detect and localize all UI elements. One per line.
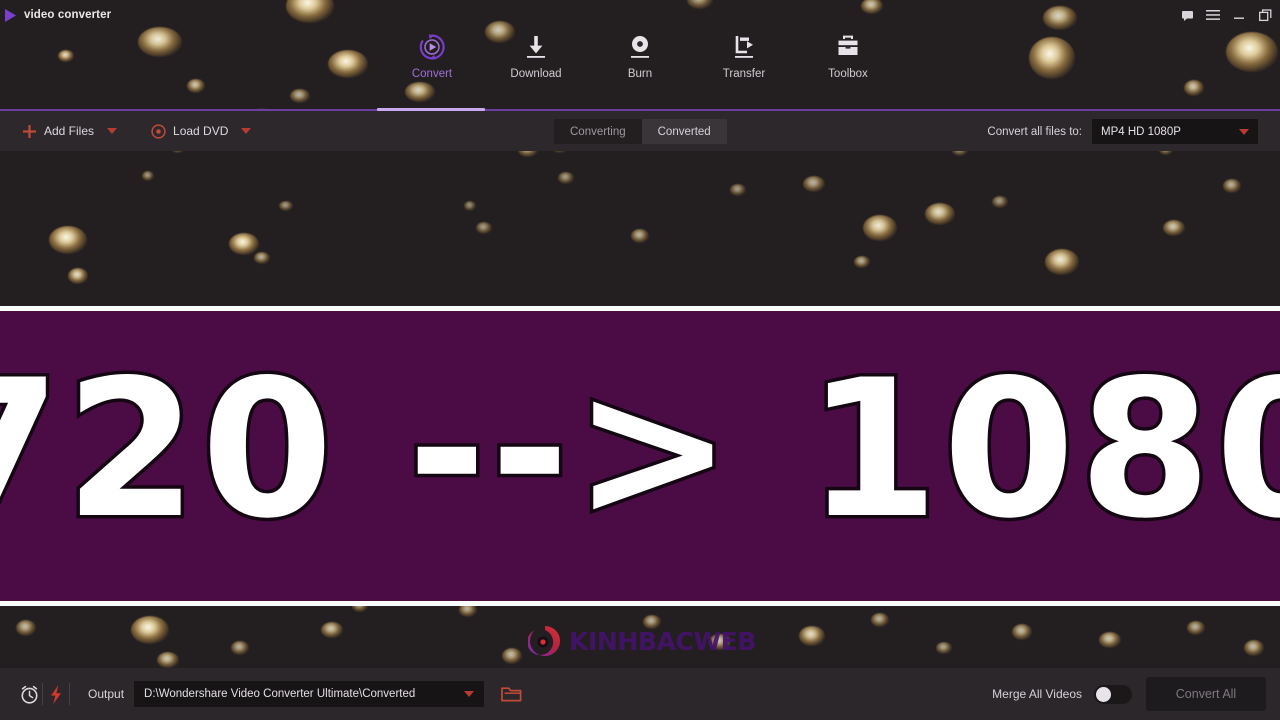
nav-divider [0,109,1280,111]
load-dvd-button[interactable]: Load DVD [151,111,252,151]
output-format-value: MP4 HD 1080P [1101,125,1181,138]
nav-item-toolbox[interactable]: Toolbox [796,24,900,110]
output-path-value: D:\Wondershare Video Converter Ultimate\… [144,688,416,700]
nav-label-toolbox: Toolbox [828,68,868,80]
nav-item-convert[interactable]: Convert [380,24,484,110]
main-nav: Convert Download Burn Transfer Toolbox [0,24,1280,110]
output-format-caret-down-icon[interactable] [1239,128,1249,135]
transfer-arrow-icon [729,30,759,64]
convert-all-files-to-label: Convert all files to: [987,125,1082,138]
lightning-bolt-icon[interactable] [43,681,69,707]
merge-all-videos-group: Merge All Videos [992,668,1132,720]
overlay-banner: 720 --> 1080 [0,306,1280,606]
nav-label-convert: Convert [411,68,453,80]
status-separator-2 [69,683,70,705]
nav-item-download[interactable]: Download [484,24,588,110]
tab-converting[interactable]: Converting [554,119,642,144]
output-path-caret-down-icon[interactable] [464,691,475,697]
convert-all-files-to-group: Convert all files to: MP4 HD 1080P [987,119,1258,144]
load-dvd-caret-down-icon[interactable] [241,128,252,134]
kinhbacweb-swirl-logo-icon [528,624,562,658]
minimize-icon[interactable] [1232,8,1246,22]
output-format-select[interactable]: MP4 HD 1080P [1092,119,1258,144]
nav-label-download: Download [510,68,562,80]
merge-all-videos-toggle[interactable] [1094,684,1132,704]
output-label: Output [88,687,125,701]
app-window: 720 --> 1080 KINHBACWEB [0,0,1280,720]
converting-converted-tabs: Converting Converted [554,119,727,144]
load-dvd-label: Load DVD [173,124,229,138]
tab-converted[interactable]: Converted [641,119,727,144]
title-bar: video converter [0,0,1280,30]
convert-all-label: Convert All [1175,687,1237,701]
status-bar: Output D:\Wondershare Video Converter Ul… [0,668,1280,720]
nav-item-burn[interactable]: Burn [588,24,692,110]
banner-text: 720 --> 1080 [0,339,1280,560]
output-path-field[interactable]: D:\Wondershare Video Converter Ultimate\… [134,681,485,707]
add-files-label: Add Files [44,124,95,138]
burn-disc-icon [625,30,655,64]
merge-all-videos-label: Merge All Videos [992,687,1082,701]
feedback-icon[interactable] [1180,8,1194,22]
nav-active-indicator [377,108,485,111]
watermark-text: KINHBACWEB [569,626,756,656]
watermark: KINHBACWEB [528,624,756,658]
convert-refresh-play-icon [417,30,447,64]
toggle-knob [1096,686,1111,702]
plus-icon [22,124,37,139]
play-triangle-icon [2,7,18,23]
nav-label-transfer: Transfer [722,68,766,80]
add-files-button[interactable]: Add Files [22,111,118,151]
download-arrow-icon [521,30,551,64]
disc-icon [151,123,166,139]
nav-item-transfer[interactable]: Transfer [692,24,796,110]
alarm-clock-icon[interactable] [16,681,42,707]
open-folder-icon[interactable] [500,683,522,705]
restore-icon[interactable] [1258,8,1272,22]
window-controls [1180,0,1272,30]
add-files-caret-down-icon[interactable] [107,128,118,134]
app-title: video converter [24,9,112,21]
convert-all-button[interactable]: Convert All [1146,677,1266,711]
nav-label-burn: Burn [627,68,653,80]
toolbox-briefcase-icon [833,30,863,64]
menu-icon[interactable] [1206,8,1220,22]
